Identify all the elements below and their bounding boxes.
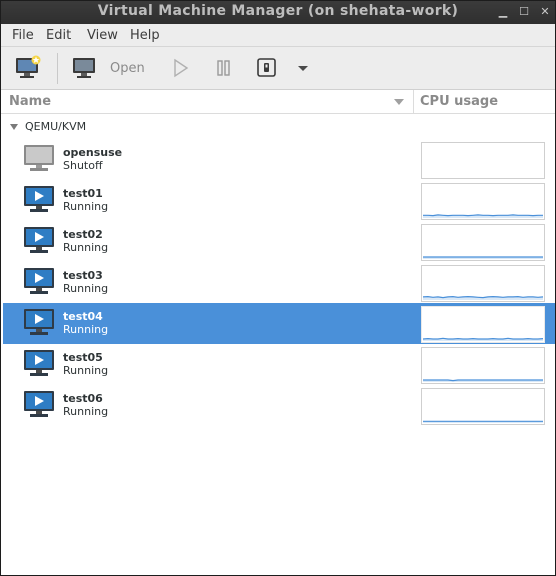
vm-row[interactable]: test01 Running xyxy=(3,180,555,221)
vm-status: Running xyxy=(63,405,109,418)
vm-row[interactable]: test03 Running xyxy=(3,262,555,303)
cpu-graph-line xyxy=(423,379,543,382)
cpu-graph-line xyxy=(423,214,543,217)
vm-running-icon xyxy=(23,390,55,418)
vm-manager-window: Virtual Machine Manager (on shehata-work… xyxy=(0,0,556,576)
cpu-graph-line xyxy=(422,337,544,340)
connection-label: QEMU/KVM xyxy=(25,120,87,133)
window-title: Virtual Machine Manager (on shehata-work… xyxy=(97,3,459,19)
cpu-usage-graph xyxy=(421,347,545,384)
vm-status: Running xyxy=(63,200,109,213)
cpu-graph-line xyxy=(422,295,544,299)
menu-edit[interactable]: Edit xyxy=(46,28,71,43)
shutdown-button[interactable] xyxy=(255,55,279,81)
vm-status: Running xyxy=(63,241,109,254)
vm-row[interactable]: test05 Running xyxy=(3,344,555,385)
vm-status: Running xyxy=(63,364,109,377)
sort-descending-icon[interactable] xyxy=(394,99,404,105)
vm-running-icon xyxy=(23,185,55,213)
vm-row[interactable]: opensuse Shutoff xyxy=(3,139,555,180)
column-divider[interactable] xyxy=(413,90,414,114)
vm-row[interactable]: test06 Running xyxy=(3,385,555,426)
open-button[interactable]: Open xyxy=(71,52,146,84)
vm-running-icon xyxy=(23,226,55,254)
cpu-usage-graph xyxy=(421,306,545,343)
shutdown-menu-button[interactable] xyxy=(295,61,311,75)
vm-shutoff-icon xyxy=(23,144,55,172)
menu-help[interactable]: Help xyxy=(130,28,160,43)
pause-button[interactable] xyxy=(211,55,237,81)
column-header: Name CPU usage xyxy=(1,90,555,114)
new-vm-button[interactable] xyxy=(11,52,45,84)
menu-bar: File Edit View Help xyxy=(1,24,555,47)
column-header-name[interactable]: Name xyxy=(9,94,51,109)
vm-name: test01 xyxy=(63,187,103,200)
menu-file[interactable]: File xyxy=(12,28,34,43)
vm-running-icon xyxy=(23,349,55,377)
open-button-label: Open xyxy=(110,61,145,76)
vm-name: test06 xyxy=(63,392,103,405)
vm-status: Running xyxy=(63,323,109,336)
play-icon xyxy=(174,58,189,78)
toolbar-separator xyxy=(57,53,58,84)
vm-running-icon xyxy=(23,267,55,295)
cpu-usage-graph xyxy=(421,183,545,220)
vm-name: test05 xyxy=(63,351,103,364)
expander-icon[interactable] xyxy=(10,124,18,130)
close-button[interactable]: ✕ xyxy=(538,5,552,19)
minimize-button[interactable]: ▁ xyxy=(496,5,510,19)
monitor-icon xyxy=(73,58,95,78)
vm-running-icon xyxy=(23,308,55,336)
vm-status: Running xyxy=(63,282,109,295)
pause-icon xyxy=(217,60,230,76)
vm-row[interactable]: test02 Running xyxy=(3,221,555,262)
cpu-usage-graph xyxy=(421,265,545,302)
chevron-down-icon xyxy=(298,66,308,71)
vm-name: opensuse xyxy=(63,146,123,159)
menu-view[interactable]: View xyxy=(87,28,118,43)
vm-status: Shutoff xyxy=(63,159,103,172)
vm-name: test03 xyxy=(63,269,103,282)
cpu-usage-graph xyxy=(421,224,545,261)
new-vm-monitor-icon xyxy=(16,55,41,78)
column-header-cpu[interactable]: CPU usage xyxy=(420,94,498,109)
vm-name: test04 xyxy=(63,310,103,323)
maximize-button[interactable]: ☐ xyxy=(517,5,531,19)
cpu-usage-graph xyxy=(421,142,545,179)
shutdown-icon xyxy=(257,58,276,77)
toolbar: Open xyxy=(1,47,555,90)
run-button[interactable] xyxy=(167,55,193,81)
cpu-usage-graph xyxy=(421,388,545,425)
vm-name: test02 xyxy=(63,228,103,241)
connection-row[interactable]: QEMU/KVM xyxy=(1,115,555,139)
vm-row[interactable]: test04 Running xyxy=(3,303,555,344)
title-bar[interactable]: Virtual Machine Manager (on shehata-work… xyxy=(1,1,555,24)
